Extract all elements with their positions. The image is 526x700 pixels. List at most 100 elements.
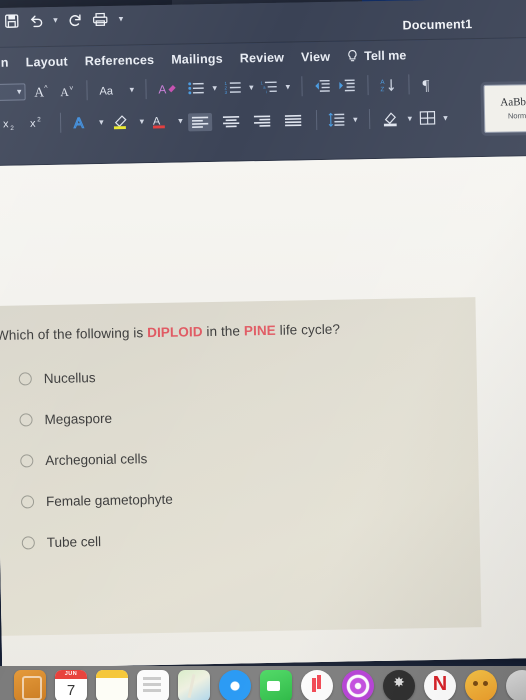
dock-icon-safari[interactable] (219, 670, 251, 700)
shading-icon[interactable] (380, 109, 400, 127)
document-page[interactable]: Which of the following is DIPLOID in the… (0, 155, 526, 668)
undo-dropdown-icon[interactable]: ▾ (53, 15, 58, 25)
superscript-icon[interactable]: x2 (29, 114, 49, 132)
change-case-icon[interactable]: Aa (98, 82, 122, 98)
svg-text:2: 2 (10, 125, 14, 132)
show-formatting-marks-icon[interactable]: ¶ (420, 75, 436, 92)
svg-text:x: x (30, 118, 36, 130)
dock-icon-maps[interactable] (178, 670, 210, 700)
style-sample-text: AaBbC (500, 96, 526, 109)
divider (86, 80, 88, 101)
svg-text:¶: ¶ (422, 77, 429, 92)
choice-list: Nucellus Megaspore Archegonial cells Fem… (0, 350, 480, 564)
grow-font-icon[interactable]: A ^ (32, 82, 50, 100)
align-right-icon[interactable] (250, 112, 274, 130)
dock-icon-notes[interactable] (96, 670, 128, 700)
svg-text:A: A (380, 78, 385, 85)
font-size-input[interactable]: 2 ▾ (0, 82, 26, 101)
dock-icon-podcasts[interactable] (342, 670, 374, 700)
divider (407, 74, 410, 95)
styles-gallery-normal[interactable]: AaBbC Norm (483, 83, 526, 133)
quick-access-toolbar: ▾ ▾ (4, 12, 123, 29)
tab-design[interactable]: gn (0, 56, 9, 70)
numbered-list-chevron-icon[interactable]: ▾ (249, 82, 254, 92)
bullet-list-icon[interactable] (187, 80, 205, 96)
calendar-day-label: 7 (66, 682, 76, 699)
line-spacing-chevron-icon[interactable]: ▾ (353, 114, 358, 124)
word-window: ▾ ▾ Document1 gn Layout References Maili… (0, 0, 526, 668)
choice-label: Megaspore (44, 410, 113, 428)
svg-text:x: x (3, 118, 9, 130)
tab-view[interactable]: View (301, 50, 330, 65)
dock-icon-music[interactable] (301, 670, 333, 700)
divider (59, 112, 62, 133)
font-color-chevron-icon[interactable]: ▾ (178, 115, 183, 125)
borders-icon[interactable] (419, 110, 436, 126)
style-name-label: Norm (507, 111, 526, 121)
question-prefix: Which of the following is (0, 325, 148, 343)
highlight-chevron-icon[interactable]: ▾ (140, 116, 145, 126)
highlight-color-icon[interactable] (110, 112, 132, 130)
dock-icon-calendar[interactable]: JUN 7 (55, 670, 87, 700)
change-case-chevron-icon[interactable]: ▾ (129, 84, 134, 94)
print-icon[interactable] (92, 12, 108, 27)
pasted-question-image[interactable]: Which of the following is DIPLOID in the… (0, 297, 482, 637)
shading-chevron-icon[interactable]: ▾ (408, 113, 413, 123)
radio-button[interactable] (18, 372, 32, 386)
multilevel-list-icon[interactable]: 1 a i (260, 79, 278, 95)
radio-button[interactable] (20, 495, 35, 509)
customize-toolbar-icon[interactable]: ▾ (119, 14, 124, 24)
dock-icon-photos[interactable] (465, 670, 497, 700)
choice-label: Nucellus (43, 370, 96, 387)
choice-label: Archegonial cells (45, 451, 148, 469)
radio-button[interactable] (19, 413, 33, 427)
align-left-icon[interactable] (187, 112, 213, 132)
redo-icon[interactable] (67, 12, 83, 27)
text-effects-chevron-icon[interactable]: ▾ (99, 116, 104, 126)
radio-button[interactable] (20, 454, 34, 468)
dock-icon-contacts[interactable] (137, 670, 169, 700)
multilevel-list-chevron-icon[interactable]: ▾ (285, 81, 290, 91)
tab-layout[interactable]: Layout (26, 55, 68, 70)
line-spacing-icon[interactable] (328, 111, 346, 127)
tab-references[interactable]: References (85, 53, 155, 68)
text-effects-icon[interactable]: A (72, 113, 92, 131)
radio-button[interactable] (21, 536, 35, 550)
svg-text:i: i (266, 89, 267, 94)
numbered-list-icon[interactable]: 1 2 3 (224, 79, 242, 95)
decrease-indent-icon[interactable] (313, 78, 331, 94)
sort-icon[interactable]: A Z (379, 76, 397, 93)
calendar-month-label: JUN (55, 670, 87, 679)
font-color-icon[interactable]: A (151, 112, 171, 130)
divider (315, 110, 318, 131)
undo-icon[interactable] (28, 13, 44, 28)
dock-icon-netflix[interactable] (424, 670, 456, 700)
svg-text:A: A (74, 116, 84, 132)
dock-icon-books[interactable] (14, 670, 46, 700)
tab-review[interactable]: Review (240, 51, 285, 66)
align-center-icon[interactable] (219, 112, 243, 130)
justify-icon[interactable] (281, 111, 305, 129)
dock-icon-facetime[interactable] (260, 670, 292, 700)
paragraph-group-row1: ▾ 1 2 3 ▾ 1 a i ▾ A Z ¶ (187, 74, 436, 99)
save-icon[interactable] (4, 13, 19, 28)
shrink-font-icon[interactable]: A ˅ (57, 81, 75, 99)
clear-formatting-icon[interactable]: A (157, 80, 177, 98)
increase-indent-icon[interactable] (338, 77, 356, 93)
subscript-icon[interactable]: x2 (2, 114, 22, 132)
question-middle: in the (202, 323, 245, 340)
dock-icon-other[interactable] (506, 670, 526, 700)
lightbulb-icon (347, 49, 358, 63)
bullet-list-chevron-icon[interactable]: ▾ (212, 82, 217, 92)
borders-chevron-icon[interactable]: ▾ (443, 112, 448, 122)
choice-label: Tube cell (46, 534, 102, 551)
question-term-pine: PINE (243, 322, 276, 339)
tab-mailings[interactable]: Mailings (171, 52, 223, 67)
svg-text:A: A (158, 82, 166, 96)
ribbon: gn Layout References Mailings Review Vie… (0, 37, 526, 166)
chevron-down-icon[interactable]: ▾ (17, 86, 22, 96)
tell-me-button[interactable]: Tell me (347, 48, 406, 63)
dock-icon-tv[interactable] (383, 670, 415, 700)
divider (366, 75, 369, 96)
choice-option[interactable]: Tube cell (0, 514, 480, 564)
